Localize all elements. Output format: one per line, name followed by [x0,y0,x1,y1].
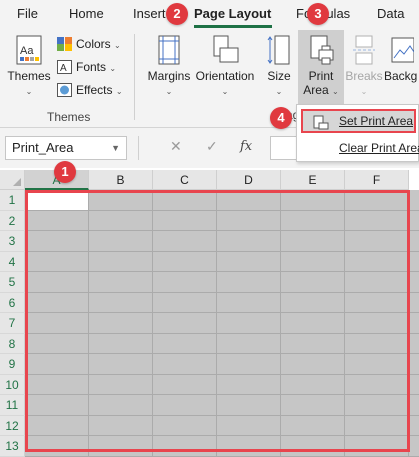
row-header-1[interactable]: 1 [0,190,25,211]
dropdown-arrow-icon[interactable]: ▼ [111,137,120,159]
set-print-area-item[interactable]: Set Print Area [301,109,416,133]
chevron-down-icon: ⌄ [332,87,339,96]
column-header-d[interactable]: D [217,170,281,190]
chevron-down-icon: ⌄ [109,64,117,73]
cancel-icon[interactable]: ✕ [170,138,182,155]
svg-text:Aa: Aa [20,45,34,57]
name-box[interactable]: Print_Area ▼ [5,136,127,160]
row-gridline [25,455,419,457]
effects-label: Effects [76,83,113,97]
tab-page-layout[interactable]: Page Layout [194,6,271,21]
print-area-menu: Set Print Area Clear Print Area [296,104,419,162]
chevron-down-icon: ⌄ [275,87,283,96]
row-header-5[interactable]: 5 [0,272,25,293]
print-area-label-line2: Area [303,83,329,97]
row-header-4[interactable]: 4 [0,251,25,272]
ribbon-tab-bar: File Home Insert Page Layout Formulas Da… [0,0,419,28]
callout-badge-2: 2 [166,3,188,25]
svg-text:A: A [60,63,67,74]
background-button[interactable]: Backg [384,34,419,83]
orientation-button[interactable]: Orientation ⌄ [193,34,257,99]
effects-icon [57,83,72,97]
column-header-c[interactable]: C [153,170,217,190]
set-print-area-icon [313,115,329,130]
row-header-9[interactable]: 9 [0,354,25,375]
chevron-down-icon: ⌄ [114,41,121,50]
select-all-triangle-icon [13,178,21,186]
column-header-b[interactable]: B [89,170,153,190]
fonts-button[interactable]: A Fonts ⌄ [57,57,123,77]
breaks-button[interactable]: Breaks ⌄ [344,34,384,99]
orientation-label: Orientation [195,69,255,83]
group-separator [134,34,135,120]
clear-print-area-item[interactable]: Clear Print Area [301,136,419,160]
size-button[interactable]: Size ⌄ [262,34,296,99]
row-header-12[interactable]: 12 [0,415,25,436]
chevron-down-icon: ⌄ [360,87,368,96]
breaks-icon [353,35,375,65]
background-icon [391,37,414,63]
effects-button[interactable]: Effects ⌄ [57,80,123,100]
row-header-7[interactable]: 7 [0,313,25,334]
select-all-corner[interactable] [0,170,25,190]
column-header-e[interactable]: E [281,170,345,190]
tab-file[interactable]: File [17,6,38,21]
callout-badge-1: 1 [54,161,76,183]
themes-group-label: Themes [47,110,91,124]
column-header-f[interactable]: F [345,170,409,190]
background-label: Backg [384,69,418,83]
tab-insert[interactable]: Insert [133,6,166,21]
colors-icon [57,37,72,51]
themes-icon: Aa [16,35,42,65]
row-header-10[interactable]: 10 [0,374,25,395]
chevron-down-icon: ⌄ [25,87,33,96]
row-header-11[interactable]: 11 [0,395,25,416]
margins-button[interactable]: Margins ⌄ [145,34,193,99]
margins-label: Margins [147,69,191,83]
themes-label: Themes [7,69,51,83]
enter-icon[interactable]: ✓ [206,138,218,155]
breaks-label: Breaks [345,69,383,83]
formula-separator [138,136,139,160]
margins-icon [158,35,180,65]
size-icon [267,35,290,65]
tab-home[interactable]: Home [69,6,104,21]
chevron-down-icon: ⌄ [221,87,229,96]
print-area-icon [310,35,334,65]
print-area-label-line1: Print [308,69,334,83]
tab-data[interactable]: Data [377,6,404,21]
print-area-selection-outline [25,190,410,452]
fonts-label: Fonts [76,60,107,74]
row-header-13[interactable]: 13 [0,436,25,457]
size-label: Size [267,69,291,83]
chevron-down-icon: ⌄ [115,87,123,96]
chevron-down-icon: ⌄ [165,87,173,96]
set-print-area-label: Set Print Area [339,114,414,128]
fonts-icon: A [57,60,72,74]
orientation-icon [213,35,239,63]
colors-label: Colors [76,37,111,51]
print-area-button[interactable]: Print Area ⌄ [298,34,344,99]
row-header-3[interactable]: 3 [0,231,25,252]
callout-badge-3: 3 [307,3,329,25]
callout-badge-4: 4 [270,107,292,129]
colors-button[interactable]: Colors ⌄ [57,34,123,54]
name-box-value: Print_Area [12,140,74,155]
row-header-6[interactable]: 6 [0,292,25,313]
insert-function-icon[interactable]: fx [240,139,252,154]
clear-print-area-label: Clear Print Area [339,141,419,155]
row-header-2[interactable]: 2 [0,210,25,231]
row-header-8[interactable]: 8 [0,333,25,354]
themes-button[interactable]: Aa Themes ⌄ [6,34,52,99]
